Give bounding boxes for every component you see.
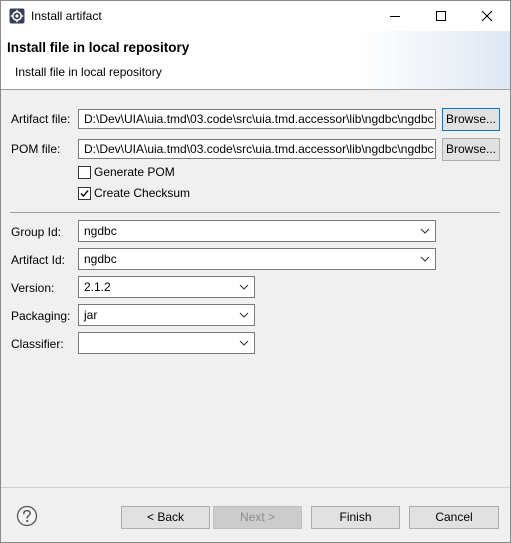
version-value: 2.1.2 [84,280,111,294]
pom-file-input[interactable]: D:\Dev\UIA\uia.tmd\03.code\src\uia.tmd.a… [78,139,436,159]
title-bar: Install artifact [1,1,510,31]
minimize-icon [390,16,400,17]
artifact-id-value: ngdbc [84,252,117,266]
version-combo[interactable]: 2.1.2 [78,276,255,298]
classifier-combo[interactable] [78,332,255,354]
pom-browse-button[interactable]: Browse... [442,138,500,161]
artifact-id-label: Artifact Id: [11,253,66,267]
footer-divider [1,487,510,488]
help-icon[interactable] [16,505,38,527]
classifier-label: Classifier: [11,337,64,351]
artifact-file-label: Artifact file: [11,112,71,126]
gear-icon [9,8,25,24]
generate-pom-checkbox[interactable] [78,166,91,179]
pom-file-label: POM file: [11,142,61,156]
create-checksum-label: Create Checksum [94,186,191,200]
cancel-button[interactable]: Cancel [409,506,499,529]
page-description: Install file in local repository [15,65,162,79]
maximize-button[interactable] [418,1,464,31]
create-checksum-checkbox[interactable] [78,187,91,200]
version-label: Version: [11,281,55,295]
maximize-icon [436,11,446,21]
packaging-value: jar [84,308,98,322]
group-id-label: Group Id: [11,225,62,239]
back-button[interactable]: < Back [121,506,210,529]
generate-pom-label: Generate POM [94,165,175,179]
group-id-combo[interactable]: ngdbc [78,220,436,242]
chevron-down-icon [239,340,249,346]
packaging-label: Packaging: [11,309,71,323]
chevron-down-icon [239,284,249,290]
group-id-value: ngdbc [84,224,117,238]
wizard-banner: Install file in local repository Install… [1,31,510,90]
install-artifact-dialog: Install artifact Install file in local r… [0,0,511,543]
chevron-down-icon [239,312,249,318]
chevron-down-icon [420,228,430,234]
section-divider [10,212,500,213]
window-title: Install artifact [31,9,102,23]
next-button[interactable]: Next > [213,506,302,529]
artifact-browse-button[interactable]: Browse... [442,108,500,131]
page-title: Install file in local repository [7,40,190,55]
close-button[interactable] [464,1,510,31]
packaging-combo[interactable]: jar [78,304,255,326]
close-icon [481,10,493,22]
finish-button[interactable]: Finish [311,506,400,529]
chevron-down-icon [420,256,430,262]
artifact-file-input[interactable]: D:\Dev\UIA\uia.tmd\03.code\src\uia.tmd.a… [78,109,436,129]
checkmark-icon [80,190,89,198]
minimize-button[interactable] [372,1,418,31]
artifact-id-combo[interactable]: ngdbc [78,248,436,270]
